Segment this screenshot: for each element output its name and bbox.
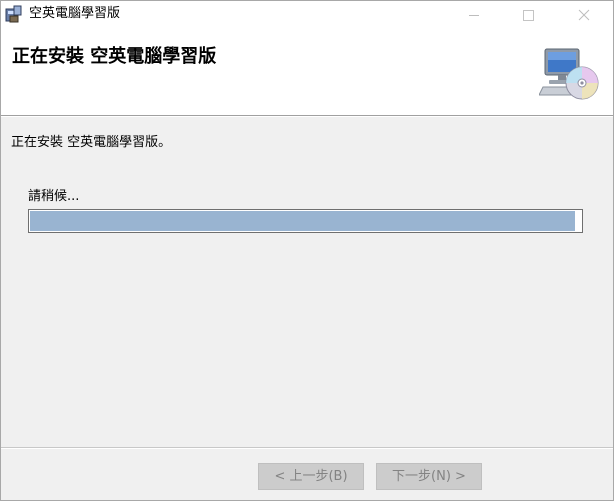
progress-fill [30, 211, 575, 231]
installer-window: 空英電腦學習版 正在安裝 空英電腦學習版 正在安裝 空英電腦學習版。 請稍候..… [0, 0, 614, 501]
computer-disc-icon [539, 48, 599, 100]
header-banner: 正在安裝 空英電腦學習版 [1, 29, 613, 115]
title-bar[interactable]: 空英電腦學習版 [1, 1, 613, 29]
installer-app-icon [5, 5, 22, 23]
next-button[interactable]: 下一步(N) > [376, 463, 482, 490]
close-button[interactable] [561, 1, 607, 29]
footer-separator [1, 447, 613, 449]
minimize-button[interactable] [451, 1, 497, 29]
please-wait-label: 請稍候... [28, 189, 80, 204]
close-icon [578, 9, 590, 21]
install-progress-bar [28, 209, 583, 233]
window-title: 空英電腦學習版 [29, 6, 121, 21]
banner-heading: 正在安裝 空英電腦學習版 [12, 46, 217, 67]
install-status-text: 正在安裝 空英電腦學習版。 [11, 135, 172, 150]
back-button[interactable]: < 上一步(B) [258, 463, 364, 490]
maximize-button[interactable] [505, 1, 551, 29]
maximize-icon [522, 9, 534, 21]
banner-separator [1, 115, 613, 117]
minimize-icon [469, 14, 479, 16]
